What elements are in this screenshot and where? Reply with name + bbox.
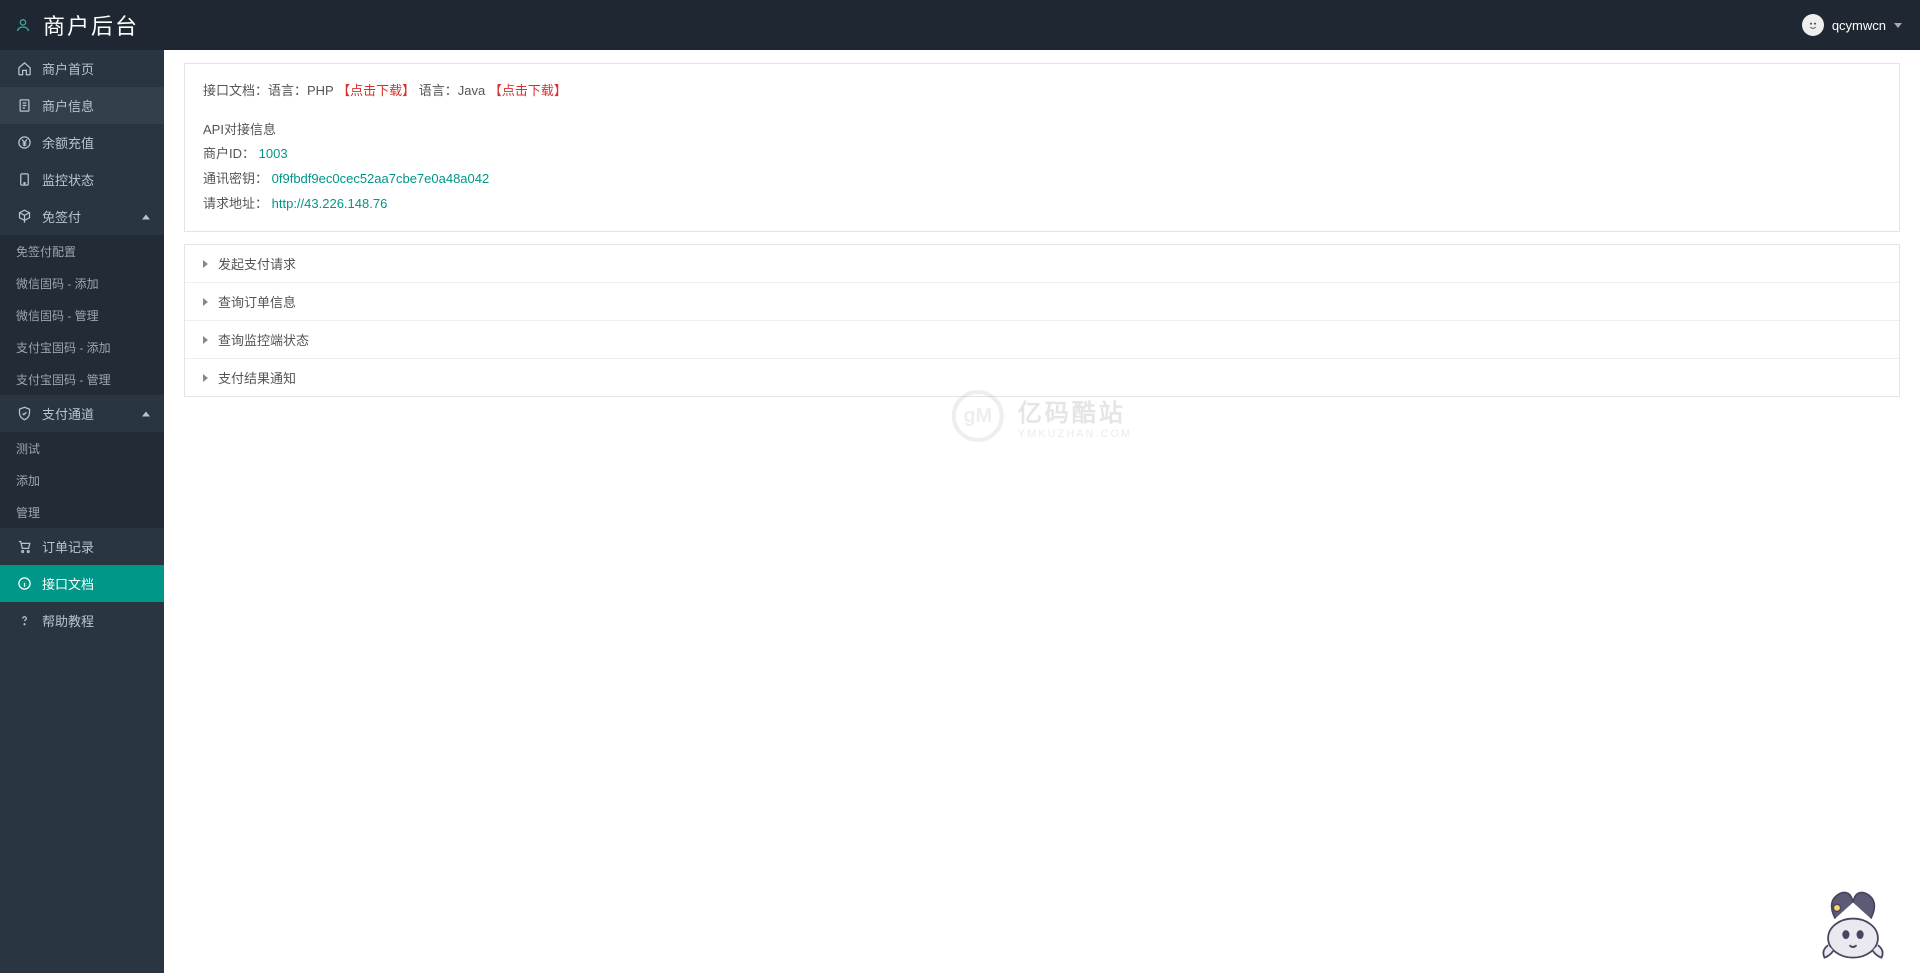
sidebar-item-label: 免签付	[42, 207, 81, 226]
sidebar-item-label: 商户信息	[42, 96, 94, 115]
sidebar-item-help[interactable]: 帮助教程	[0, 602, 164, 639]
download-php-link[interactable]: 【点击下载】	[337, 83, 415, 98]
sidebar-item-home[interactable]: 商户首页	[0, 50, 164, 87]
acc-item-pay-request[interactable]: 发起支付请求	[185, 245, 1899, 282]
merchant-id-value: 1003	[259, 146, 288, 161]
sidebar-item-channel[interactable]: 支付通道	[0, 395, 164, 432]
sidebar-item-monitor[interactable]: 监控状态	[0, 161, 164, 198]
username-label: qcymwcn	[1832, 18, 1886, 33]
header-left: 商户后台	[15, 9, 139, 41]
watermark-title: 亿码酷站	[1018, 393, 1132, 428]
sidebar-item-mianqian[interactable]: 免签付	[0, 198, 164, 235]
download-java-link[interactable]: 【点击下载】	[489, 83, 567, 98]
sidebar-item-label: 帮助教程	[42, 611, 94, 630]
api-accordion: 发起支付请求 查询订单信息 查询监控端状态 支付结果通知	[184, 244, 1900, 397]
sidebar-item-label: 订单记录	[42, 537, 94, 556]
chevron-right-icon	[203, 298, 208, 306]
shield-icon	[16, 406, 32, 422]
home-icon	[16, 61, 32, 77]
acc-item-query-monitor[interactable]: 查询监控端状态	[185, 320, 1899, 358]
mascot-icon	[1808, 883, 1898, 963]
app-title: 商户后台	[43, 9, 139, 41]
sub-item-alipay-add[interactable]: 支付宝固码 - 添加	[0, 331, 164, 363]
main-content: 接口文档：语言：PHP 【点击下载】 语言：Java 【点击下载】 API对接信…	[164, 50, 1920, 973]
watermark-badge: gM	[952, 390, 1004, 442]
sub-item-wechat-manage[interactable]: 微信固码 - 管理	[0, 299, 164, 331]
sidebar-item-api-doc[interactable]: 接口文档	[0, 565, 164, 602]
submenu-mianqian: 免签付配置 微信固码 - 添加 微信固码 - 管理 支付宝固码 - 添加 支付宝…	[0, 235, 164, 395]
request-url-link[interactable]: http://43.226.148.76	[272, 196, 388, 211]
chevron-right-icon	[203, 374, 208, 382]
sub-item-wechat-add[interactable]: 微信固码 - 添加	[0, 267, 164, 299]
chevron-down-icon	[1894, 23, 1902, 28]
secret-row: 通讯密钥： 0f9fbdf9ec0cec52aa7cbe7e0a48a042	[203, 167, 1881, 192]
sidebar-item-merchant-info[interactable]: 商户信息	[0, 87, 164, 124]
sub-item-channel-add[interactable]: 添加	[0, 464, 164, 496]
sidebar: 商户首页 商户信息 余额充值 监控状态 免签付	[0, 50, 164, 973]
top-header: 商户后台 qcymwcn	[0, 0, 1920, 50]
doc-download-line: 接口文档：语言：PHP 【点击下载】 语言：Java 【点击下载】	[203, 79, 1881, 104]
cube-icon	[16, 209, 32, 225]
submenu-channel: 测试 添加 管理	[0, 432, 164, 528]
sidebar-item-orders[interactable]: 订单记录	[0, 528, 164, 565]
request-url-row: 请求地址： http://43.226.148.76	[203, 192, 1881, 217]
sub-item-channel-manage[interactable]: 管理	[0, 496, 164, 528]
merchant-id-row: 商户ID： 1003	[203, 142, 1881, 167]
avatar-icon	[1802, 14, 1824, 36]
document-icon	[16, 98, 32, 114]
user-outline-icon	[15, 17, 31, 33]
chevron-up-icon	[142, 411, 150, 416]
acc-item-pay-notify[interactable]: 支付结果通知	[185, 358, 1899, 396]
user-menu[interactable]: qcymwcn	[1802, 14, 1902, 36]
sidebar-item-recharge[interactable]: 余额充值	[0, 124, 164, 161]
acc-item-query-order[interactable]: 查询订单信息	[185, 282, 1899, 320]
chevron-right-icon	[203, 260, 208, 268]
sidebar-item-label: 商户首页	[42, 59, 94, 78]
sub-item-channel-test[interactable]: 测试	[0, 432, 164, 464]
info-circle-icon	[16, 576, 32, 592]
yen-icon	[16, 135, 32, 151]
question-icon	[16, 613, 32, 629]
watermark: gM 亿码酷站 YMKUZHAN.COM	[952, 390, 1132, 442]
chevron-up-icon	[142, 214, 150, 219]
secret-value: 0f9fbdf9ec0cec52aa7cbe7e0a48a042	[272, 171, 490, 186]
sidebar-item-label: 支付通道	[42, 404, 94, 423]
api-section-title: API对接信息	[203, 118, 1881, 143]
sub-item-mianqian-config[interactable]: 免签付配置	[0, 235, 164, 267]
chevron-right-icon	[203, 336, 208, 344]
api-info-panel: 接口文档：语言：PHP 【点击下载】 语言：Java 【点击下载】 API对接信…	[184, 63, 1900, 232]
sidebar-item-label: 接口文档	[42, 574, 94, 593]
sidebar-item-label: 监控状态	[42, 170, 94, 189]
cart-icon	[16, 539, 32, 555]
device-icon	[16, 172, 32, 188]
watermark-subtitle: YMKUZHAN.COM	[1018, 428, 1132, 440]
sub-item-alipay-manage[interactable]: 支付宝固码 - 管理	[0, 363, 164, 395]
sidebar-item-label: 余额充值	[42, 133, 94, 152]
